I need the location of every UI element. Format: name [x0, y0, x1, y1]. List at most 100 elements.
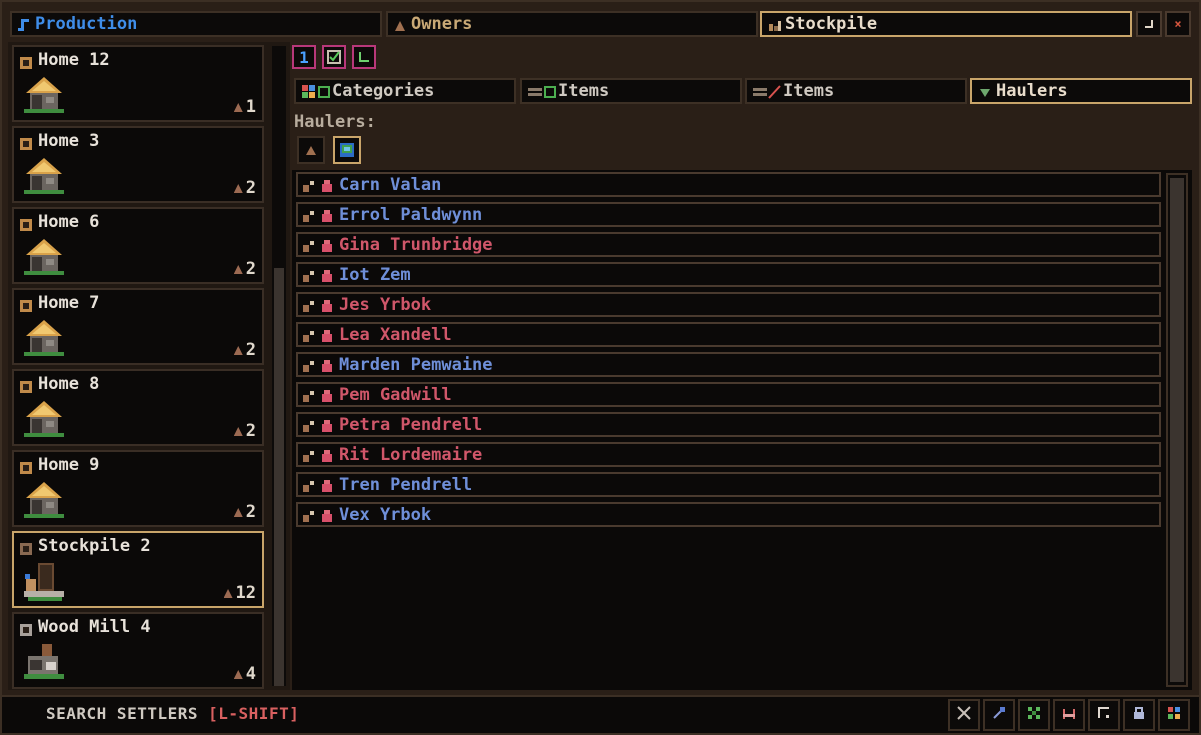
haul-toggle-icon[interactable]	[302, 298, 316, 312]
building-name: Home 6	[38, 212, 100, 232]
minimize-button[interactable]	[1136, 11, 1162, 37]
settler-icon	[320, 298, 334, 312]
priority-number: 1	[299, 47, 309, 67]
hauler-row[interactable]: Pem Gadwill	[296, 382, 1161, 407]
items-disallowed-icon	[753, 84, 783, 99]
bed-toolbar-button[interactable]	[1053, 699, 1085, 731]
haulers-scroll-thumb[interactable]	[1170, 178, 1184, 682]
occupant-count: 4	[233, 664, 256, 684]
occupant-count: 1	[233, 97, 256, 117]
haul-toggle-icon[interactable]	[302, 418, 316, 432]
filter-settlers-button[interactable]	[297, 136, 325, 164]
building-card[interactable]: Home 3 2	[12, 126, 264, 203]
hauler-row[interactable]: Iot Zem	[296, 262, 1161, 287]
hauler-name: Tren Pendrell	[339, 474, 473, 495]
tools-toolbar-button[interactable]	[948, 699, 980, 731]
hauler-row[interactable]: Vex Yrbok	[296, 502, 1161, 527]
palette-toolbar-button[interactable]	[1158, 699, 1190, 731]
hauler-row[interactable]: Jes Yrbok	[296, 292, 1161, 317]
haul-toggle-icon[interactable]	[302, 388, 316, 402]
home-sprite	[22, 75, 64, 115]
plants-toolbar-button[interactable]	[1018, 699, 1050, 731]
building-card[interactable]: Home 7 2	[12, 288, 264, 365]
allow-check-button[interactable]	[322, 45, 346, 69]
haul-toggle-icon[interactable]	[302, 358, 316, 372]
tab-items-allowed-label: Items	[558, 81, 610, 101]
haul-toggle-icon[interactable]	[302, 508, 316, 522]
tab-items-disallowed[interactable]: Items	[745, 78, 967, 104]
production-icon	[18, 17, 30, 31]
home-sprite	[22, 237, 64, 277]
settler-icon	[320, 268, 334, 282]
tab-categories-label: Categories	[332, 81, 435, 101]
building-list-scroll-thumb[interactable]	[274, 268, 284, 686]
occupant-count-value: 1	[245, 97, 256, 117]
tab-stockpile[interactable]: Stockpile	[760, 11, 1132, 37]
search-label: SEARCH SETTLERS	[46, 704, 198, 723]
close-button[interactable]: ×	[1165, 11, 1191, 37]
hauler-name: Petra Pendrell	[339, 414, 483, 435]
settler-icon	[320, 418, 334, 432]
minimize-icon	[1145, 20, 1153, 28]
hammer-toolbar-button[interactable]	[983, 699, 1015, 731]
occupant-count-value: 2	[245, 340, 256, 360]
hauler-row[interactable]: Errol Paldwynn	[296, 202, 1161, 227]
lock-toolbar-button[interactable]	[1123, 699, 1155, 731]
search-settlers-button[interactable]: SEARCH SETTLERS [L-SHIFT]	[46, 704, 299, 723]
occupant-count: 2	[233, 340, 256, 360]
plants-icon	[1026, 705, 1042, 725]
filter-robots-button[interactable]	[333, 136, 361, 164]
tab-haulers[interactable]: Haulers	[970, 78, 1192, 104]
stockpile-sprite	[22, 561, 64, 601]
person-icon	[233, 265, 243, 274]
building-card[interactable]: Wood Mill 4 4	[12, 612, 264, 689]
tab-categories[interactable]: Categories	[294, 78, 516, 104]
person-icon	[233, 670, 243, 679]
settler-icon	[320, 478, 334, 492]
tab-production[interactable]: Production	[10, 11, 382, 37]
zone-toolbar-button[interactable]	[1088, 699, 1120, 731]
building-card[interactable]: Home 9 2	[12, 450, 264, 527]
home-sprite	[22, 399, 64, 439]
building-name: Home 12	[38, 50, 110, 70]
haul-toggle-icon[interactable]	[302, 268, 316, 282]
robot-icon	[340, 143, 354, 157]
categories-icon	[302, 84, 332, 98]
hauler-row[interactable]: Carn Valan	[296, 172, 1161, 197]
occupant-count-value: 4	[245, 664, 256, 684]
settler-icon	[320, 358, 334, 372]
person-icon	[223, 589, 233, 598]
hauler-row[interactable]: Lea Xandell	[296, 322, 1161, 347]
haul-toggle-icon[interactable]	[302, 208, 316, 222]
stockpile-icon	[20, 540, 32, 555]
settler-icon	[320, 328, 334, 342]
building-name: Home 8	[38, 374, 100, 394]
priority-arrow-button[interactable]	[352, 45, 376, 69]
building-card[interactable]: Home 6 2	[12, 207, 264, 284]
hauler-name: Gina Trunbridge	[339, 234, 493, 255]
hauler-name: Marden Pemwaine	[339, 354, 493, 375]
haul-toggle-icon[interactable]	[302, 478, 316, 492]
tab-items-allowed[interactable]: Items	[520, 78, 742, 104]
settler-icon	[320, 238, 334, 252]
items-allowed-icon	[528, 84, 558, 98]
building-card[interactable]: Home 12 1	[12, 45, 264, 122]
hauler-row[interactable]: Petra Pendrell	[296, 412, 1161, 437]
building-name: Home 7	[38, 293, 100, 313]
haul-toggle-icon[interactable]	[302, 238, 316, 252]
arrow-down-right-icon	[359, 52, 369, 62]
building-card[interactable]: Stockpile 2 12	[12, 531, 264, 608]
settler-icon	[320, 448, 334, 462]
haul-toggle-icon[interactable]	[302, 328, 316, 342]
haul-toggle-icon[interactable]	[302, 448, 316, 462]
haulers-heading: Haulers:	[294, 112, 376, 132]
hauler-row[interactable]: Rit Lordemaire	[296, 442, 1161, 467]
priority-1-button[interactable]: 1	[292, 45, 316, 69]
building-card[interactable]: Home 8 2	[12, 369, 264, 446]
home-sprite	[22, 318, 64, 358]
haul-toggle-icon[interactable]	[302, 178, 316, 192]
tab-owners[interactable]: Owners	[386, 11, 758, 37]
hauler-row[interactable]: Marden Pemwaine	[296, 352, 1161, 377]
hauler-row[interactable]: Gina Trunbridge	[296, 232, 1161, 257]
hauler-row[interactable]: Tren Pendrell	[296, 472, 1161, 497]
